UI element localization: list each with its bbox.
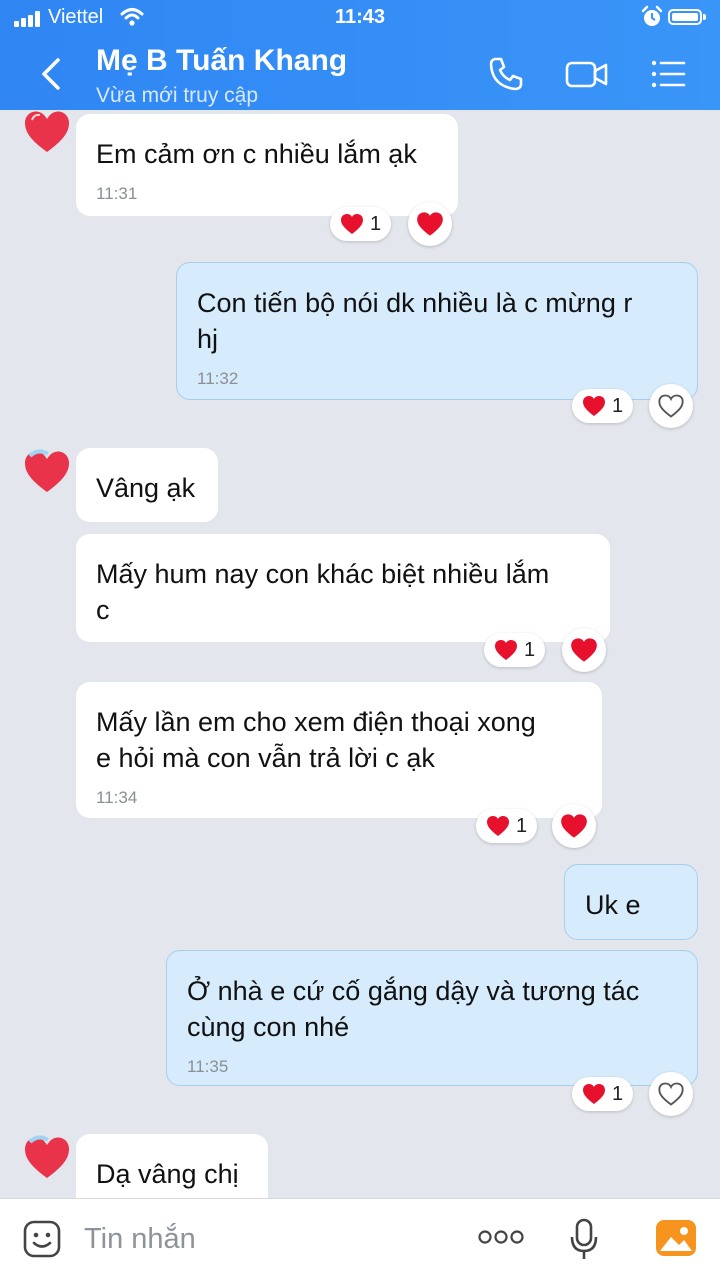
heart-icon <box>495 640 517 660</box>
message-text: Dạ vâng chị <box>96 1159 239 1189</box>
reaction-summary[interactable]: 1 <box>484 633 546 667</box>
heart-outline-icon <box>658 394 684 418</box>
message-text: Mấy lần em cho xem điện thoại xong <box>96 707 536 737</box>
message-text: Uk e <box>585 890 641 920</box>
contact-avatar-heart-icon[interactable] <box>22 110 72 156</box>
message-text: Mấy hum nay con khác biệt nhiều lắm <box>96 559 550 589</box>
message-text: Em cảm ơn c nhiều lắm ạk <box>96 139 417 169</box>
reaction-summary[interactable]: 1 <box>330 207 392 241</box>
heart-icon <box>583 1084 605 1104</box>
contact-avatar-heart-icon[interactable] <box>22 448 72 496</box>
message-time: 11:32 <box>197 369 239 388</box>
message-text: Con tiến bộ nói dk nhiều là c mừng r <box>197 288 633 318</box>
reaction-count: 1 <box>612 1082 624 1105</box>
reaction-summary[interactable]: 1 <box>572 389 634 423</box>
heart-icon <box>487 816 509 836</box>
message-input[interactable]: Tin nhắn <box>84 1223 196 1256</box>
battery-icon <box>668 9 706 25</box>
message-time: 11:34 <box>96 788 138 807</box>
message-text: hj <box>197 324 219 354</box>
react-button[interactable] <box>649 384 693 428</box>
reaction-summary[interactable]: 1 <box>476 809 538 843</box>
contact-avatar-heart-icon[interactable] <box>22 1134 72 1182</box>
react-button[interactable] <box>649 1072 693 1116</box>
reaction-count: 1 <box>516 814 528 837</box>
contact-name[interactable]: Mẹ B Tuấn Khang <box>96 44 347 78</box>
message-bubble-incoming[interactable]: Mấy hum nay con khác biệt nhiều lắm c <box>76 534 610 642</box>
back-icon[interactable] <box>36 56 68 92</box>
message-bubble-incoming[interactable]: Em cảm ơn c nhiều lắm ạk 11:31 <box>76 114 458 216</box>
message-bubble-outgoing[interactable]: Con tiến bộ nói dk nhiều là c mừng r hj … <box>176 262 698 400</box>
message-input-bar: Tin nhắn <box>0 1198 720 1281</box>
status-time: 11:43 <box>334 6 386 28</box>
heart-icon <box>561 814 587 838</box>
message-bubble-incoming[interactable]: Vâng ạk <box>76 448 218 522</box>
message-text: e hỏi mà con vẫn trả lời c ạk <box>96 743 435 773</box>
message-text: cùng con nhé <box>187 1012 350 1042</box>
react-button[interactable] <box>562 628 606 672</box>
message-text: Vâng ạk <box>96 473 196 503</box>
message-text: Ở nhà e cứ cố gắng dậy và tương tác <box>187 976 640 1006</box>
message-list[interactable]: Em cảm ơn c nhiều lắm ạk 11:31 1 Con tiế… <box>0 110 720 1198</box>
message-time: 11:31 <box>96 184 138 203</box>
alarm-icon <box>641 5 663 26</box>
reaction-count: 1 <box>370 212 382 235</box>
status-bar: Viettel 11:43 <box>0 0 720 36</box>
message-bubble-outgoing[interactable]: Ở nhà e cứ cố gắng dậy và tương tác cùng… <box>166 950 698 1086</box>
video-call-icon[interactable] <box>564 54 610 94</box>
last-seen-status: Vừa mới truy cập <box>96 84 259 107</box>
message-bubble-outgoing[interactable]: Uk e <box>564 864 698 940</box>
reaction-summary[interactable]: 1 <box>572 1077 634 1111</box>
phone-icon[interactable] <box>486 54 526 94</box>
message-bubble-incoming[interactable]: Mấy lần em cho xem điện thoại xong e hỏi… <box>76 682 602 818</box>
more-options-icon[interactable] <box>478 1229 524 1245</box>
message-time: 11:35 <box>187 1057 229 1076</box>
menu-list-icon[interactable] <box>648 54 688 94</box>
heart-outline-icon <box>658 1082 684 1106</box>
emoji-sticker-icon[interactable] <box>22 1219 62 1259</box>
message-bubble-incoming[interactable]: Dạ vâng chị <box>76 1134 268 1198</box>
heart-icon <box>583 396 605 416</box>
reaction-count: 1 <box>612 394 624 417</box>
heart-icon <box>341 214 363 234</box>
heart-icon <box>417 212 443 236</box>
image-gallery-icon[interactable] <box>654 1217 698 1259</box>
message-text: c <box>96 595 110 625</box>
microphone-icon[interactable] <box>568 1217 600 1263</box>
reaction-count: 1 <box>524 638 536 661</box>
react-button[interactable] <box>408 202 452 246</box>
chat-header: Viettel 11:43 Mẹ B Tuấn Khang Vừa mới tr… <box>0 0 720 110</box>
react-button[interactable] <box>552 804 596 848</box>
heart-icon <box>571 638 597 662</box>
